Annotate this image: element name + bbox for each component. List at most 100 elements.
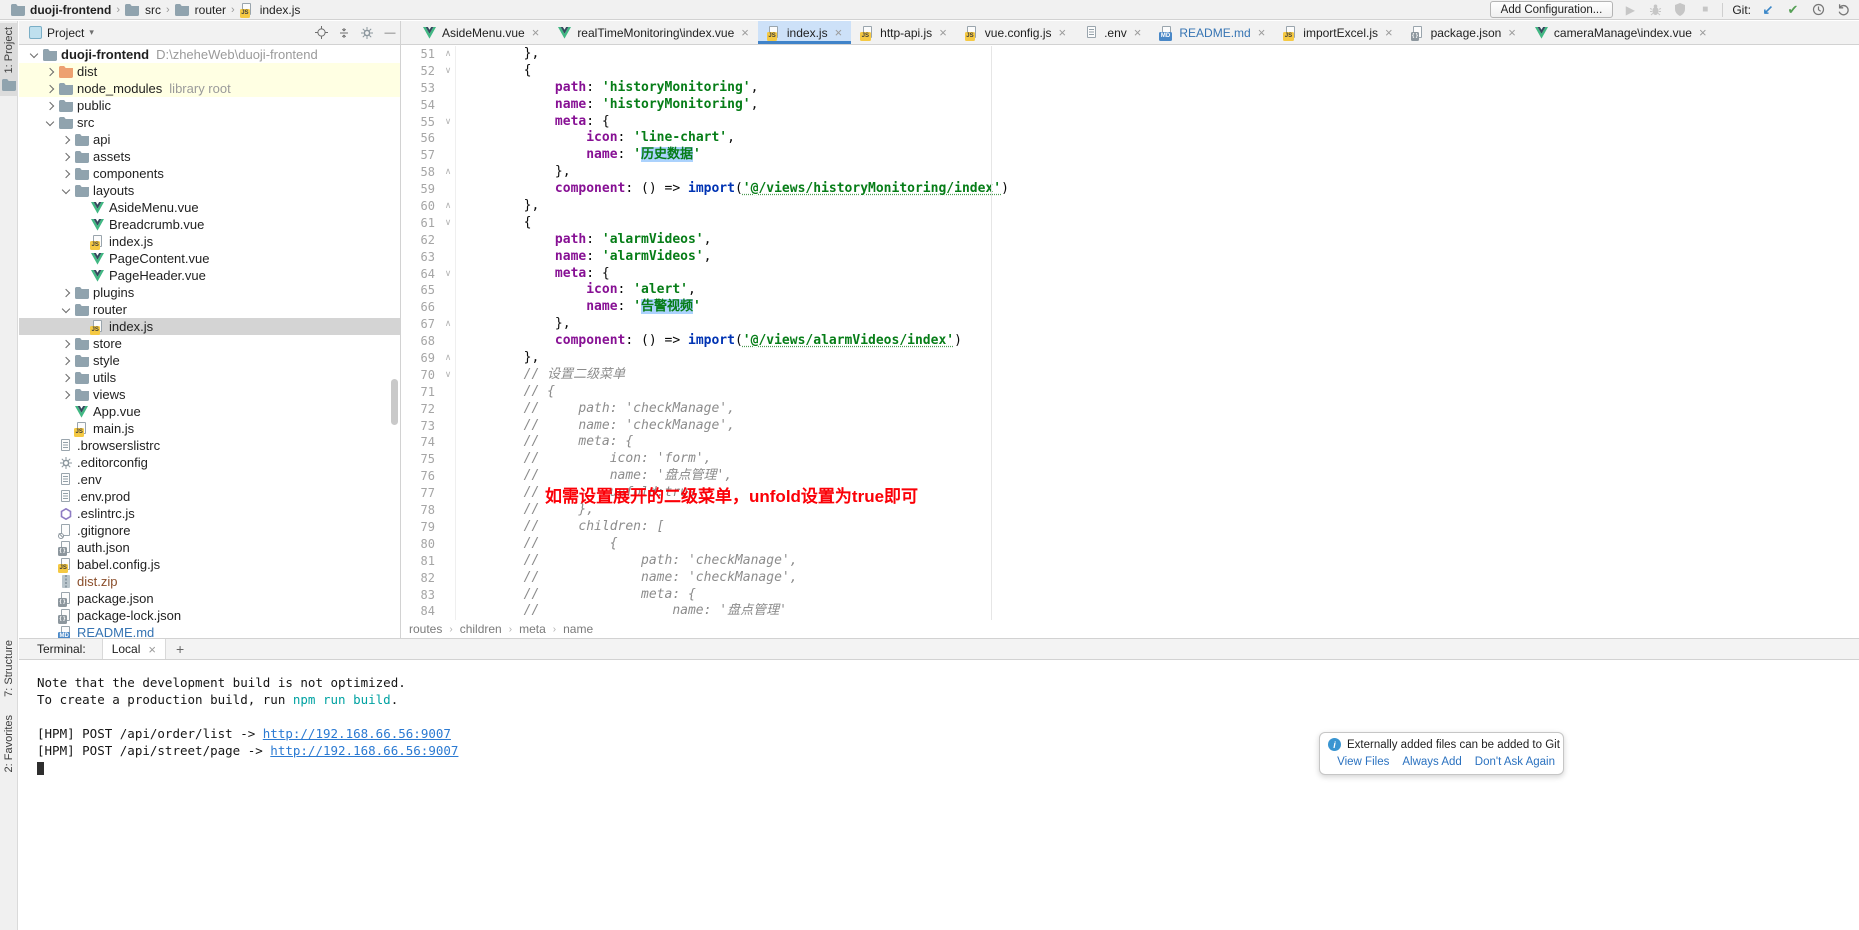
- chevron-right-icon[interactable]: [59, 371, 74, 385]
- close-icon[interactable]: ×: [532, 25, 540, 40]
- tree-item[interactable]: plugins: [19, 284, 400, 301]
- gear-icon[interactable]: [360, 26, 374, 40]
- stop-button[interactable]: ■: [1697, 2, 1713, 18]
- editor-tab-http-api.js[interactable]: JShttp-api.js×: [851, 21, 956, 44]
- debug-button[interactable]: [1647, 2, 1663, 18]
- stripe-structure-button[interactable]: 7: Structure: [0, 636, 18, 701]
- editor-tab-realTimeMonitoring-index.vue[interactable]: realTimeMonitoring\index.vue×: [548, 21, 758, 44]
- editor-tab-.env[interactable]: .env×: [1075, 21, 1150, 44]
- editor-tab-cameraManage-index.vue[interactable]: cameraManage\index.vue×: [1525, 21, 1716, 44]
- close-icon[interactable]: ×: [939, 25, 947, 40]
- code-line[interactable]: 75 // icon: 'form',: [401, 451, 1859, 468]
- close-icon[interactable]: ×: [1134, 25, 1142, 40]
- project-tree-scrollbar[interactable]: [391, 379, 398, 425]
- code-line[interactable]: 58∧ },: [401, 164, 1859, 181]
- tree-item[interactable]: PageHeader.vue: [19, 267, 400, 284]
- fold-marker-icon[interactable]: ∨: [441, 266, 456, 283]
- code-line[interactable]: 54 name: 'historyMonitoring',: [401, 97, 1859, 114]
- fold-marker-icon[interactable]: ∨: [441, 215, 456, 232]
- close-icon[interactable]: ×: [1699, 25, 1707, 40]
- code-line[interactable]: 67∧ },: [401, 316, 1859, 333]
- code-line[interactable]: 60∧ },: [401, 198, 1859, 215]
- editor-tab-importExcel.js[interactable]: JSimportExcel.js×: [1274, 21, 1401, 44]
- chevron-right-icon[interactable]: [43, 99, 58, 113]
- tree-item[interactable]: { }package.json: [19, 590, 400, 607]
- tree-item[interactable]: components: [19, 165, 400, 182]
- tree-item[interactable]: views: [19, 386, 400, 403]
- git-update-button[interactable]: ↙: [1760, 2, 1776, 18]
- tree-item[interactable]: PageContent.vue: [19, 250, 400, 267]
- terminal-tab-local[interactable]: Local ×: [102, 639, 166, 659]
- chevron-right-icon[interactable]: [43, 65, 58, 79]
- code-line[interactable]: 73 // name: 'checkManage',: [401, 418, 1859, 435]
- code-editor[interactable]: 51∧ },52∨ {53 path: 'historyMonitoring',…: [401, 46, 1859, 620]
- chevron-right-icon[interactable]: [43, 82, 58, 96]
- git-commit-button[interactable]: ✔: [1785, 2, 1801, 18]
- fold-marker-icon[interactable]: ∨: [441, 367, 456, 384]
- git-history-button[interactable]: [1810, 2, 1826, 18]
- tree-item[interactable]: JSindex.js: [19, 233, 400, 250]
- tree-item[interactable]: MDREADME.md: [19, 624, 400, 638]
- tree-item[interactable]: api: [19, 131, 400, 148]
- tree-item[interactable]: .browserslistrc: [19, 437, 400, 454]
- chevron-right-icon[interactable]: [59, 337, 74, 351]
- tree-item[interactable]: .gitignore: [19, 522, 400, 539]
- code-line[interactable]: 68 component: () => import('@/views/alar…: [401, 333, 1859, 350]
- tree-item[interactable]: node_moduleslibrary root: [19, 80, 400, 97]
- close-icon[interactable]: ×: [1258, 25, 1266, 40]
- fold-marker-icon[interactable]: ∧: [441, 164, 456, 181]
- tree-item[interactable]: layouts: [19, 182, 400, 199]
- fold-marker-icon[interactable]: ∧: [441, 198, 456, 215]
- tree-item[interactable]: dist: [19, 63, 400, 80]
- editor-tab-vue.config.js[interactable]: JSvue.config.js×: [956, 21, 1075, 44]
- add-configuration-button[interactable]: Add Configuration...: [1490, 1, 1614, 18]
- breadcrumb-item[interactable]: JSindex.js: [240, 3, 301, 17]
- chevron-down-icon[interactable]: [27, 48, 42, 62]
- fold-marker-icon[interactable]: ∨: [441, 63, 456, 80]
- tree-item[interactable]: { }package-lock.json: [19, 607, 400, 624]
- fold-marker-icon[interactable]: ∧: [441, 350, 456, 367]
- code-line[interactable]: 55∨ meta: {: [401, 114, 1859, 131]
- code-line[interactable]: 81 // path: 'checkManage',: [401, 553, 1859, 570]
- locate-icon[interactable]: [314, 26, 328, 40]
- tree-item[interactable]: src: [19, 114, 400, 131]
- code-line[interactable]: 80 // {: [401, 536, 1859, 553]
- code-line[interactable]: 65 icon: 'alert',: [401, 282, 1859, 299]
- chevron-right-icon[interactable]: [59, 354, 74, 368]
- terminal-link[interactable]: http://192.168.66.56:9007: [263, 726, 451, 741]
- chevron-right-icon[interactable]: [59, 286, 74, 300]
- tree-item[interactable]: AsideMenu.vue: [19, 199, 400, 216]
- code-line[interactable]: 57 name: '历史数据': [401, 147, 1859, 164]
- editor-tab-package.json[interactable]: { }package.json×: [1402, 21, 1525, 44]
- code-line[interactable]: 82 // name: 'checkManage',: [401, 570, 1859, 587]
- collapse-all-icon[interactable]: [337, 26, 351, 40]
- code-line[interactable]: 70∨ // 设置二级菜单: [401, 367, 1859, 384]
- new-terminal-button[interactable]: +: [176, 641, 184, 657]
- code-line[interactable]: 64∨ meta: {: [401, 266, 1859, 283]
- code-line[interactable]: 83 // meta: {: [401, 587, 1859, 604]
- stripe-favorites-button[interactable]: 2: Favorites: [0, 711, 18, 776]
- run-button[interactable]: ▶: [1622, 2, 1638, 18]
- tree-item[interactable]: style: [19, 352, 400, 369]
- git-rollback-button[interactable]: [1835, 2, 1851, 18]
- stripe-project-button[interactable]: 1: Project: [0, 23, 18, 96]
- tree-item[interactable]: { }auth.json: [19, 539, 400, 556]
- notification-action-always-add[interactable]: Always Add: [1402, 756, 1461, 768]
- code-line[interactable]: 72 // path: 'checkManage',: [401, 401, 1859, 418]
- tree-item[interactable]: dist.zip: [19, 573, 400, 590]
- chevron-down-icon[interactable]: [59, 303, 74, 317]
- code-line[interactable]: 59 component: () => import('@/views/hist…: [401, 181, 1859, 198]
- code-line[interactable]: 63 name: 'alarmVideos',: [401, 249, 1859, 266]
- close-icon[interactable]: ×: [1058, 25, 1066, 40]
- chevron-right-icon[interactable]: [59, 150, 74, 164]
- tree-item[interactable]: Breadcrumb.vue: [19, 216, 400, 233]
- fold-marker-icon[interactable]: ∨: [441, 114, 456, 131]
- code-line[interactable]: 51∧ },: [401, 46, 1859, 63]
- close-icon[interactable]: ×: [741, 25, 749, 40]
- editor-tab-index.js[interactable]: JSindex.js×: [758, 21, 851, 44]
- editor-breadcrumb-item[interactable]: meta: [519, 622, 546, 636]
- code-line[interactable]: 69∧ },: [401, 350, 1859, 367]
- notification-action-view-files[interactable]: View Files: [1337, 756, 1389, 768]
- code-line[interactable]: 71 // {: [401, 384, 1859, 401]
- code-line[interactable]: 74 // meta: {: [401, 434, 1859, 451]
